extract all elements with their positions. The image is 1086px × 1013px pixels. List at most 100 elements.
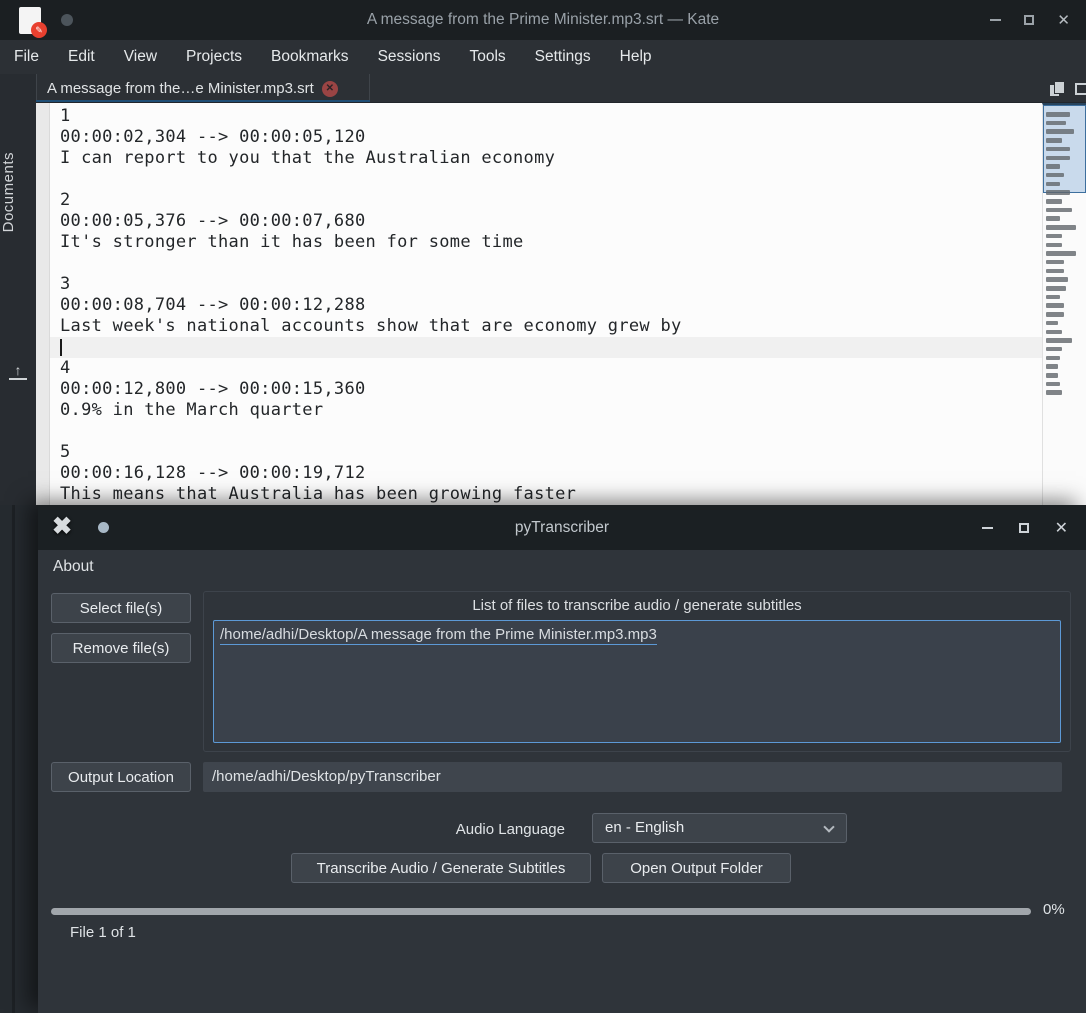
minimap-line <box>1046 190 1070 195</box>
editor-line-text: 5 <box>60 442 71 462</box>
file-status: File 1 of 1 <box>70 924 136 941</box>
editor-line-text: 2 <box>60 190 71 210</box>
minimap-line <box>1046 129 1074 134</box>
open-output-folder-button[interactable]: Open Output Folder <box>602 853 791 883</box>
filelist-groupbox: List of files to transcribe audio / gene… <box>203 591 1071 752</box>
editor-line-text: 3 <box>60 274 71 294</box>
editor-line-text: 00:00:16,128 --> 00:00:19,712 <box>60 463 366 483</box>
pytranscriber-menu-about[interactable]: About <box>53 558 94 576</box>
minimap-line <box>1046 294 1060 300</box>
minimap-line <box>1046 216 1060 221</box>
minimap-line <box>1046 233 1062 239</box>
minimap-line <box>1046 338 1072 343</box>
minimap-line <box>1046 277 1068 282</box>
minimap-line <box>1046 346 1062 352</box>
editor-line-text: 0.9% in the March quarter <box>60 400 324 420</box>
editor-line: 00:00:08,704 --> 00:00:12,288 <box>50 295 1042 316</box>
kate-menu-bookmarks[interactable]: Bookmarks <box>271 48 349 66</box>
kate-menu-sessions[interactable]: Sessions <box>378 48 441 66</box>
editor-line: 4 <box>50 358 1042 379</box>
kate-menu-help[interactable]: Help <box>620 48 652 66</box>
audio-language-label: Audio Language <box>455 821 565 838</box>
editor-line: 00:00:16,128 --> 00:00:19,712 <box>50 463 1042 484</box>
editor-line: 5 <box>50 442 1042 463</box>
output-path-field[interactable]: /home/adhi/Desktop/pyTranscriber <box>203 762 1062 792</box>
detach-view-icon[interactable] <box>1075 82 1086 95</box>
minimap-line <box>1046 181 1060 187</box>
kate-menu-edit[interactable]: Edit <box>68 48 95 66</box>
minimize-icon[interactable] <box>990 19 1002 21</box>
kate-tabbar: A message from the…e Minister.mp3.srt ✕ <box>36 74 1086 103</box>
minimap-line <box>1046 373 1058 378</box>
editor-line: 1 <box>50 106 1042 127</box>
kate-menu-file[interactable]: File <box>14 48 39 66</box>
editor-line-text: 1 <box>60 106 71 126</box>
editor-line: 00:00:02,304 --> 00:00:05,120 <box>50 127 1042 148</box>
filelist-label: List of files to transcribe audio / gene… <box>472 597 802 614</box>
editor-line: I can report to you that the Australian … <box>50 148 1042 169</box>
kate-window-controls: ✕ <box>990 0 1070 40</box>
kate-menubar: File Edit View Projects Bookmarks Sessions Too… <box>0 40 1086 74</box>
minimap-line <box>1046 259 1064 265</box>
minimap-line <box>1046 381 1060 387</box>
select-files-button[interactable]: Select file(s) <box>51 593 191 623</box>
audio-language-select[interactable]: en - English <box>592 813 847 843</box>
document-tab-label: A message from the…e Minister.mp3.srt <box>47 80 314 97</box>
minimap-line <box>1046 199 1062 204</box>
chevron-down-icon <box>823 821 835 833</box>
editor-line-text: 00:00:05,376 --> 00:00:07,680 <box>60 211 366 231</box>
editor-line-text: It's stronger than it has been for some … <box>60 232 524 252</box>
minimize-icon[interactable] <box>981 527 993 529</box>
minimap-line <box>1046 172 1064 178</box>
file-list[interactable]: /home/adhi/Desktop/A message from the Pr… <box>213 620 1061 743</box>
minimap-line <box>1046 242 1062 247</box>
minimap-line <box>1046 312 1064 317</box>
kate-menu-view[interactable]: View <box>124 48 157 66</box>
screen: ✎ A message from the Prime Minister.mp3.… <box>0 0 1086 1013</box>
minimap-line <box>1046 355 1060 361</box>
progress-percent: 0% <box>1043 901 1065 918</box>
minimap-line <box>1046 138 1062 143</box>
pytranscriber-window-controls: ✕ <box>981 507 1068 549</box>
minimap-line <box>1046 112 1070 117</box>
remove-files-button[interactable]: Remove file(s) <box>51 633 191 663</box>
pytranscriber-titlebar: ✖ pyTranscriber ✕ <box>38 505 1086 550</box>
editor-line-text: I can report to you that the Australian … <box>60 148 556 168</box>
close-icon[interactable]: ✕ <box>1057 13 1070 28</box>
editor-line: 3 <box>50 274 1042 295</box>
tabbar-corner-icons <box>1050 74 1086 102</box>
editor-line-text: 00:00:12,800 --> 00:00:15,360 <box>60 379 366 399</box>
output-location-button[interactable]: Output Location <box>51 762 191 792</box>
pytranscriber-window-title: pyTranscriber <box>514 519 610 536</box>
minimap-line <box>1046 320 1058 326</box>
pytranscriber-window: ✖ pyTranscriber ✕ About Select file(s) R… <box>38 505 1086 1013</box>
sidebar-documents-button[interactable]: Documents <box>0 152 36 232</box>
file-list-item[interactable]: /home/adhi/Desktop/A message from the Pr… <box>220 626 657 645</box>
tab-close-icon[interactable]: ✕ <box>321 80 338 97</box>
minimap-line <box>1046 207 1072 213</box>
close-icon[interactable]: ✕ <box>1055 520 1068 536</box>
editor-line: 0.9% in the March quarter <box>50 400 1042 421</box>
kate-titlebar: ✎ A message from the Prime Minister.mp3.… <box>0 0 1086 40</box>
kate-menu-tools[interactable]: Tools <box>469 48 505 66</box>
transcribe-button[interactable]: Transcribe Audio / Generate Subtitles <box>291 853 591 883</box>
maximize-icon[interactable] <box>1018 523 1029 533</box>
editor-line: It's stronger than it has been for some … <box>50 232 1042 253</box>
minimap-line <box>1046 146 1070 152</box>
text-cursor <box>60 339 62 356</box>
minimap-line <box>1046 268 1064 274</box>
maximize-icon[interactable] <box>1024 15 1035 25</box>
kate-menu-projects[interactable]: Projects <box>186 48 242 66</box>
editor-line-text: 4 <box>60 358 71 378</box>
pytranscriber-menubar: About <box>38 550 1086 583</box>
document-tab[interactable]: A message from the…e Minister.mp3.srt ✕ <box>36 74 370 102</box>
kate-window-title: A message from the Prime Minister.mp3.sr… <box>366 11 720 28</box>
kate-menu-settings[interactable]: Settings <box>535 48 591 66</box>
audio-language-value: en - English <box>605 819 685 836</box>
documents-stack-icon[interactable] <box>1050 81 1064 96</box>
editor-line-text: Last week's national accounts show that … <box>60 316 682 336</box>
editor-line-text: This means that Australia has been growi… <box>60 484 577 504</box>
editor-line <box>50 337 1042 358</box>
